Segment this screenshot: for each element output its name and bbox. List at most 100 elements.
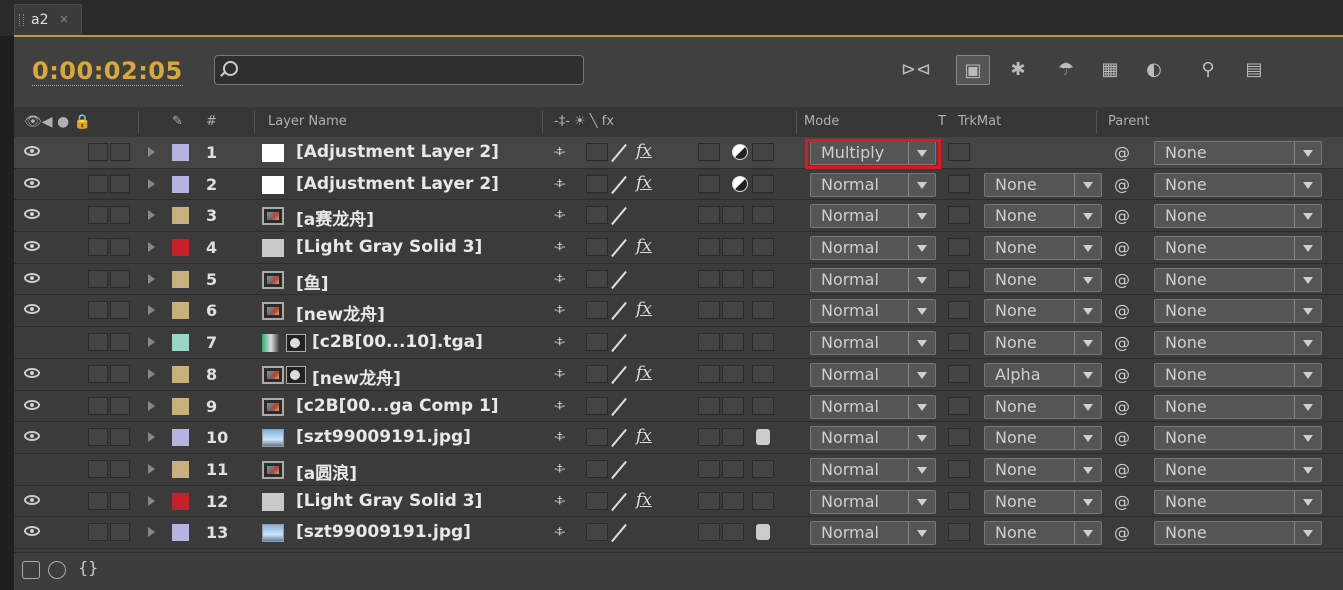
frame-blend-switch[interactable] bbox=[698, 459, 720, 478]
shy-switch-icon[interactable]: -‡- bbox=[554, 494, 565, 507]
3d-layer-icon[interactable] bbox=[756, 524, 770, 541]
layer-row[interactable]: 10 [szt99009191.jpg] -‡- fx Normal None @ None bbox=[14, 422, 1343, 454]
eye-icon[interactable] bbox=[24, 431, 40, 442]
adjustment-switch[interactable] bbox=[722, 206, 744, 225]
motion-blur-icon[interactable]: ◐ bbox=[1136, 55, 1172, 85]
collapse-switch[interactable] bbox=[586, 364, 608, 383]
shy-switch-icon[interactable]: -‡- bbox=[554, 240, 565, 253]
layer-name[interactable]: [szt99009191.jpg] bbox=[296, 427, 471, 447]
lock-checkbox[interactable] bbox=[110, 206, 130, 225]
trkmat-dropdown[interactable]: None bbox=[984, 457, 1102, 482]
3d-switch[interactable] bbox=[752, 459, 774, 478]
label-color-swatch[interactable] bbox=[172, 429, 189, 447]
mode-dropdown[interactable]: Normal bbox=[810, 521, 936, 546]
layer-name[interactable]: [Light Gray Solid 3] bbox=[296, 491, 482, 511]
mode-dropdown[interactable]: Normal bbox=[810, 331, 936, 356]
expand-triangle-icon[interactable] bbox=[148, 337, 155, 348]
preserve-transparency-checkbox[interactable] bbox=[948, 143, 970, 161]
3d-switch[interactable] bbox=[752, 491, 774, 510]
solo-checkbox[interactable] bbox=[88, 459, 108, 478]
expand-triangle-icon[interactable] bbox=[148, 242, 155, 253]
adjustment-switch[interactable] bbox=[722, 301, 744, 320]
trkmat-dropdown[interactable]: None bbox=[984, 299, 1102, 324]
preserve-transparency-checkbox[interactable] bbox=[948, 238, 970, 257]
layer-name[interactable]: [Light Gray Solid 3] bbox=[296, 237, 482, 257]
effects-fx-icon[interactable]: fx bbox=[636, 236, 652, 256]
quality-switch-icon[interactable] bbox=[611, 429, 627, 448]
pick-whip-icon[interactable]: @ bbox=[1114, 270, 1130, 289]
expand-triangle-icon[interactable] bbox=[148, 273, 155, 284]
solo-checkbox[interactable] bbox=[88, 523, 108, 542]
frame-blend-switch[interactable] bbox=[698, 491, 720, 510]
mode-dropdown[interactable]: Normal bbox=[810, 426, 936, 451]
collapse-switch[interactable] bbox=[586, 206, 608, 225]
eye-icon[interactable] bbox=[24, 526, 40, 537]
layer-row[interactable]: 7 [c2B[00...10].tga] -‡- Normal None @ None bbox=[14, 327, 1343, 359]
frame-blend-switch[interactable] bbox=[698, 523, 720, 542]
layer-row[interactable]: 4 [Light Gray Solid 3] -‡- fx Normal None @ Non… bbox=[14, 232, 1343, 264]
solo-checkbox[interactable] bbox=[88, 301, 108, 320]
preserve-transparency-checkbox[interactable] bbox=[948, 206, 970, 225]
parent-dropdown[interactable]: None bbox=[1154, 299, 1322, 324]
search-input[interactable] bbox=[214, 55, 584, 85]
trkmat-dropdown[interactable]: None bbox=[984, 394, 1102, 419]
eye-icon[interactable] bbox=[24, 304, 40, 315]
graph-editor-icon[interactable]: ▤ bbox=[1234, 55, 1274, 85]
adjustment-switch[interactable] bbox=[722, 523, 744, 542]
pick-whip-icon[interactable]: @ bbox=[1114, 365, 1130, 384]
preserve-transparency-checkbox[interactable] bbox=[948, 428, 970, 447]
draft-3d-icon[interactable]: ✱ bbox=[1000, 55, 1036, 85]
trkmat-dropdown[interactable]: None bbox=[984, 172, 1102, 197]
label-color-swatch[interactable] bbox=[172, 492, 189, 510]
effects-fx-icon[interactable]: fx bbox=[636, 426, 652, 446]
collapse-switch[interactable] bbox=[586, 269, 608, 288]
layer-row[interactable]: 11 [a圆浪] -‡- Normal None @ None bbox=[14, 453, 1343, 486]
solo-checkbox[interactable] bbox=[88, 269, 108, 288]
label-color-swatch[interactable] bbox=[172, 397, 189, 415]
quality-switch-icon[interactable] bbox=[611, 492, 627, 511]
solo-checkbox[interactable] bbox=[88, 206, 108, 225]
label-color-swatch[interactable] bbox=[172, 524, 189, 542]
lock-checkbox[interactable] bbox=[110, 333, 130, 352]
shy-switch-icon[interactable]: -‡- bbox=[554, 303, 565, 316]
frame-blend-switch[interactable] bbox=[698, 238, 720, 257]
shy-switch-icon[interactable]: -‡- bbox=[554, 430, 565, 443]
frame-blend-switch[interactable] bbox=[698, 206, 720, 225]
preserve-transparency-checkbox[interactable] bbox=[948, 523, 970, 542]
shy-switch-icon[interactable]: -‡- bbox=[554, 462, 565, 475]
transfer-controls-toggle-icon[interactable] bbox=[48, 561, 66, 579]
collapse-switch[interactable] bbox=[586, 428, 608, 447]
current-time-display[interactable]: 0:00:02:05 bbox=[32, 57, 183, 86]
layer-row[interactable]: 5 [鱼] -‡- Normal None @ None bbox=[14, 263, 1343, 296]
preserve-transparency-checkbox[interactable] bbox=[948, 174, 970, 193]
shy-switch-icon[interactable]: -‡- bbox=[554, 208, 565, 221]
label-color-swatch[interactable] bbox=[172, 270, 189, 288]
3d-switch[interactable] bbox=[752, 333, 774, 352]
layer-name[interactable]: [c2B[00...ga Comp 1] bbox=[296, 396, 499, 416]
pick-whip-icon[interactable]: @ bbox=[1114, 143, 1130, 162]
expand-triangle-icon[interactable] bbox=[148, 495, 155, 506]
expand-triangle-icon[interactable] bbox=[148, 305, 155, 316]
label-color-swatch[interactable] bbox=[172, 175, 189, 193]
trkmat-dropdown[interactable]: None bbox=[984, 426, 1102, 451]
mode-dropdown[interactable]: Normal bbox=[810, 489, 936, 514]
3d-switch[interactable] bbox=[752, 143, 774, 161]
mode-dropdown[interactable]: Normal bbox=[810, 394, 936, 419]
frame-blend-switch[interactable] bbox=[698, 396, 720, 415]
lock-checkbox[interactable] bbox=[110, 364, 130, 383]
solo-checkbox[interactable] bbox=[88, 491, 108, 510]
trkmat-dropdown[interactable]: None bbox=[984, 267, 1102, 292]
parent-dropdown[interactable]: None bbox=[1154, 362, 1322, 387]
eye-icon[interactable] bbox=[24, 209, 40, 220]
column-layer-name[interactable]: Layer Name bbox=[268, 114, 347, 129]
collapse-switch[interactable] bbox=[586, 396, 608, 415]
lock-checkbox[interactable] bbox=[110, 301, 130, 320]
solo-checkbox[interactable] bbox=[88, 333, 108, 352]
collapse-switch[interactable] bbox=[586, 143, 608, 161]
eye-icon[interactable] bbox=[24, 494, 40, 505]
parent-dropdown[interactable]: None bbox=[1154, 489, 1322, 514]
adjustment-switch[interactable] bbox=[722, 491, 744, 510]
expressions-braces-icon[interactable]: {} bbox=[78, 558, 98, 577]
layer-name[interactable]: [new龙舟] bbox=[312, 364, 401, 389]
eye-icon[interactable] bbox=[24, 367, 40, 378]
